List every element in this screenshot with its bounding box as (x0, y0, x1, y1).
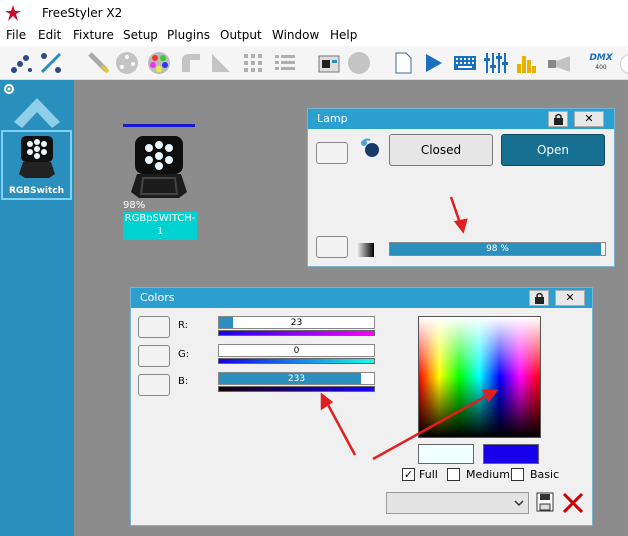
audio-levels-icon[interactable] (514, 50, 540, 76)
lock-icon (535, 292, 544, 304)
lamp-dimmer-square[interactable] (316, 236, 348, 258)
keyboard-icon[interactable] (452, 50, 478, 76)
play-icon[interactable] (420, 50, 446, 76)
current-color-swatch[interactable] (483, 444, 539, 464)
colors-close-button[interactable]: ✕ (555, 290, 585, 306)
full-checkbox[interactable]: ✓ (402, 468, 415, 481)
faders-icon[interactable] (482, 50, 508, 76)
dimmer-gradient-icon (356, 243, 374, 257)
fixture-intensity: 98% (123, 200, 146, 211)
blue-square[interactable] (138, 374, 170, 396)
lamp-close-button[interactable]: ✕ (574, 111, 604, 127)
wand-icon[interactable] (86, 50, 112, 76)
toolbar-overflow-button[interactable] (620, 54, 628, 74)
basic-checkbox[interactable] (511, 468, 524, 481)
stage-fixture[interactable]: 98% RGBpSWITCH-1 (123, 124, 197, 242)
basic-label: Basic (530, 468, 560, 481)
shape-icon[interactable] (208, 50, 234, 76)
green-gradient (218, 358, 375, 364)
lamp-open-button[interactable]: Open (501, 134, 605, 166)
menu-fixture[interactable]: Fixture (73, 28, 114, 42)
gobo-wheel-icon[interactable] (114, 50, 140, 76)
menu-plugins[interactable]: Plugins (167, 28, 210, 42)
dmx-interface-icon[interactable]: DMX 400 (586, 50, 616, 76)
fixture-selection-bar (123, 124, 195, 127)
lamp-dimmer-text: 98 % (486, 244, 509, 254)
red-label: R: (178, 320, 189, 331)
app-logo-icon (5, 5, 21, 21)
dmx-badge-bottom: 400 (595, 64, 607, 71)
green-value: 0 (293, 346, 300, 356)
previous-color-swatch[interactable] (418, 444, 474, 464)
medium-checkbox[interactable] (447, 468, 460, 481)
fixture-sidebar: RGBSwitch (0, 80, 74, 536)
green-square[interactable] (138, 345, 170, 367)
green-label: G: (178, 349, 190, 360)
green-slider[interactable]: 0 (218, 344, 375, 357)
red-value: 23 (290, 318, 303, 328)
grid-icon[interactable] (240, 50, 266, 76)
link-fixtures-icon[interactable] (38, 50, 64, 76)
color-picker[interactable] (418, 316, 541, 438)
menu-edit[interactable]: Edit (38, 28, 61, 42)
scroll-up-icon[interactable] (14, 92, 60, 128)
colors-lock-button[interactable] (529, 290, 549, 306)
menu-window[interactable]: Window (272, 28, 319, 42)
fixture-name-label: RGBpSWITCH-1 (123, 212, 197, 240)
color-wheel-icon[interactable] (146, 50, 172, 76)
toolbar: DMX 400 (0, 46, 628, 80)
par-light-icon (19, 136, 55, 178)
colors-window-header[interactable]: Colors ✕ (131, 288, 592, 308)
new-document-icon[interactable] (390, 50, 416, 76)
par-light-icon (131, 136, 187, 198)
fog-machine-icon[interactable] (546, 50, 572, 76)
menu-help[interactable]: Help (330, 28, 357, 42)
red-slider[interactable]: 23 (218, 316, 375, 329)
sidebar-fixture-rgbswitch[interactable]: RGBSwitch (1, 130, 72, 200)
sidebar-fixture-label: RGBSwitch (8, 186, 65, 196)
lamp-bulb-icon (361, 138, 379, 157)
colors-window-title: Colors (140, 291, 175, 304)
title-bar: FreeStyler X2 (0, 0, 628, 26)
lamp-dimmer-slider[interactable]: 98 % (389, 242, 606, 256)
lamp-window-header[interactable]: Lamp ✕ (308, 109, 614, 129)
color-preset-dropdown[interactable] (386, 492, 529, 514)
close-icon: ✕ (565, 291, 575, 304)
blue-label: B: (178, 376, 189, 387)
red-gradient (218, 330, 375, 336)
lock-icon (554, 113, 563, 125)
blue-value: 233 (287, 374, 306, 384)
dmx-badge-top: DMX (589, 53, 613, 63)
sequence-editor-icon[interactable] (316, 50, 342, 76)
full-label: Full (419, 468, 438, 481)
window-title: FreeStyler X2 (42, 6, 123, 20)
menu-file[interactable]: File (6, 28, 26, 42)
lamp-window-title: Lamp (317, 112, 348, 125)
fixture-name-text: RGBpSWITCH-1 (124, 213, 196, 237)
fixtures-icon[interactable] (8, 50, 34, 76)
save-icon[interactable] (536, 492, 554, 512)
record-icon[interactable] (346, 50, 372, 76)
red-square[interactable] (138, 316, 170, 338)
lamp-window: Lamp ✕ Closed Open 98 % (307, 108, 615, 267)
lamp-shutter-square[interactable] (316, 142, 348, 164)
chevron-down-icon (514, 500, 524, 507)
list-icon[interactable] (272, 50, 298, 76)
black-overlay (419, 317, 540, 437)
menu-setup[interactable]: Setup (123, 28, 158, 42)
close-icon: ✕ (584, 112, 594, 125)
delete-icon[interactable] (561, 492, 585, 514)
lamp-closed-button[interactable]: Closed (389, 134, 493, 166)
medium-label: Medium (466, 468, 510, 481)
pan-tilt-icon[interactable] (178, 50, 204, 76)
lamp-lock-button[interactable] (548, 111, 568, 127)
blue-slider[interactable]: 233 (218, 372, 375, 385)
menu-bar: File Edit Fixture Setup Plugins Output W… (0, 26, 628, 46)
blue-gradient (218, 386, 375, 392)
menu-output[interactable]: Output (220, 28, 262, 42)
